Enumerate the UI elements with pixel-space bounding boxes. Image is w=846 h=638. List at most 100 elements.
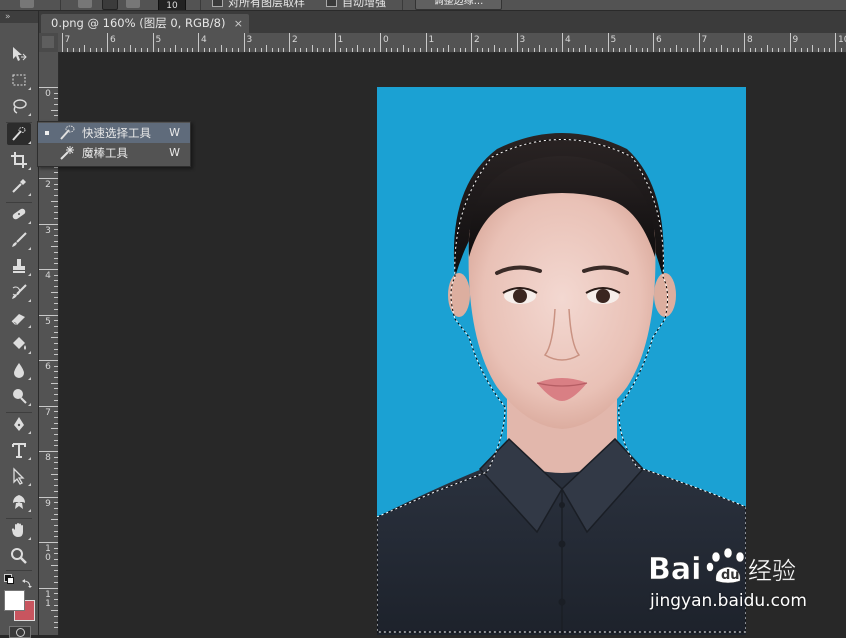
ruler-minor-tick	[54, 92, 58, 94]
ruler-major-tick	[607, 33, 609, 52]
ruler-minor-tick	[54, 524, 58, 526]
ruler-minor-tick	[402, 45, 404, 52]
ruler-minor-tick	[51, 291, 58, 293]
ruler-minor-tick	[67, 48, 69, 52]
spot-healing-icon[interactable]	[7, 203, 31, 225]
ruler-minor-tick	[260, 48, 262, 52]
baidu-jingyan-watermark: Bai du 经验 jingyan.baidu.com	[648, 543, 846, 615]
flyout-item-quick-selection[interactable]: 快速选择工具 W	[38, 123, 190, 143]
options-separator	[200, 0, 201, 10]
subtract-selection-icon[interactable]	[126, 0, 140, 8]
auto-enhance-checkbox[interactable]	[326, 0, 337, 7]
ruler-minor-tick	[715, 48, 717, 52]
ruler-minor-tick	[812, 45, 814, 52]
toolbox-collapse-icon[interactable]: »	[0, 11, 38, 23]
ruler-minor-tick	[51, 109, 58, 111]
ruler-minor-tick	[203, 48, 205, 52]
ruler-minor-tick	[54, 490, 58, 492]
path-selection-icon[interactable]	[7, 465, 31, 487]
ruler-v-label: 10	[45, 544, 51, 563]
brush-size-field[interactable]: 10	[158, 0, 186, 10]
brush-icon[interactable]	[7, 229, 31, 251]
ruler-minor-tick	[54, 98, 58, 100]
ruler-minor-tick	[755, 48, 757, 52]
zoom-icon[interactable]	[7, 545, 31, 567]
clone-stamp-icon[interactable]	[7, 255, 31, 277]
quick-mask-icon[interactable]	[9, 626, 31, 638]
ruler-minor-tick	[823, 48, 825, 52]
ruler-minor-tick	[54, 206, 58, 208]
ruler-minor-tick	[54, 377, 58, 379]
quick-selection-icon[interactable]	[7, 123, 31, 145]
ruler-major-tick	[698, 33, 700, 52]
move-tool-icon[interactable]	[7, 43, 31, 65]
ruler-major-tick	[198, 33, 199, 52]
type-icon[interactable]	[7, 439, 31, 461]
ruler-major-tick	[562, 33, 563, 52]
ruler-minor-tick	[465, 48, 467, 52]
ruler-v-label: 6	[45, 362, 51, 372]
ruler-minor-tick	[641, 48, 643, 52]
hand-icon[interactable]	[7, 519, 31, 541]
tool-flyout-menu: 快速选择工具 W 魔棒工具 W	[37, 121, 191, 167]
close-icon[interactable]: ×	[234, 14, 243, 33]
ruler-minor-tick	[556, 48, 558, 52]
ruler-minor-tick	[340, 48, 342, 52]
lasso-icon[interactable]	[7, 95, 31, 117]
document-tab[interactable]: 0.png @ 160% (图层 0, RGB/8) ×	[41, 14, 249, 33]
rectangular-marquee-icon[interactable]	[7, 69, 31, 91]
pen-icon[interactable]	[7, 413, 31, 435]
ruler-minor-tick	[277, 48, 279, 52]
default-colors-icon[interactable]	[4, 574, 14, 584]
refine-edge-button[interactable]: 调整边缘...	[415, 0, 502, 10]
ruler-minor-tick	[283, 48, 285, 52]
history-brush-icon[interactable]	[7, 281, 31, 303]
options-separator	[402, 0, 403, 10]
paint-bucket-icon[interactable]	[7, 333, 31, 355]
eyedropper-icon[interactable]	[7, 175, 31, 197]
ruler-minor-tick	[54, 411, 58, 413]
ruler-minor-tick	[573, 48, 575, 52]
ruler-minor-tick	[54, 581, 58, 583]
ruler-minor-tick	[180, 48, 182, 52]
blur-icon[interactable]	[7, 359, 31, 381]
ruler-minor-tick	[54, 342, 58, 344]
ruler-minor-tick	[459, 48, 461, 52]
ruler-major-tick	[471, 33, 472, 52]
ruler-minor-tick	[54, 479, 58, 481]
ruler-origin[interactable]	[39, 33, 58, 52]
ruler-v-label: 9	[45, 498, 51, 509]
dodge-icon[interactable]	[7, 385, 31, 407]
ruler-minor-tick	[533, 48, 535, 52]
ruler-minor-tick	[220, 45, 222, 52]
new-selection-icon[interactable]	[78, 0, 92, 8]
swap-colors-icon[interactable]	[22, 573, 32, 588]
ruler-minor-tick	[95, 48, 97, 52]
custom-shape-icon[interactable]	[7, 491, 31, 513]
tool-preset-icon[interactable]	[20, 0, 34, 8]
horizontal-ruler[interactable]: 7654321012345678910	[58, 33, 846, 53]
ruler-minor-tick	[54, 240, 58, 242]
ruler-minor-tick	[618, 48, 620, 52]
crop-icon[interactable]	[7, 149, 31, 171]
ruler-minor-tick	[374, 48, 376, 52]
ruler-minor-tick	[209, 48, 211, 52]
ruler-minor-tick	[488, 48, 490, 52]
ruler-minor-tick	[391, 48, 393, 52]
flyout-item-magic-wand[interactable]: 魔棒工具 W	[38, 143, 190, 163]
eraser-icon[interactable]	[7, 307, 31, 329]
ruler-minor-tick	[51, 519, 58, 521]
ruler-minor-tick	[732, 48, 734, 52]
ruler-minor-tick	[635, 48, 637, 52]
flyout-label: 快速选择工具	[82, 126, 151, 140]
ruler-minor-tick	[51, 337, 58, 339]
ruler-minor-tick	[141, 48, 143, 52]
sample-all-layers-checkbox[interactable]	[212, 0, 223, 7]
ruler-h-label: 4	[201, 35, 207, 45]
ruler-h-label: 9	[792, 35, 799, 45]
ruler-minor-tick	[505, 48, 507, 52]
ruler-minor-tick	[192, 48, 194, 52]
foreground-color-swatch[interactable]	[4, 590, 25, 611]
add-to-selection-icon[interactable]	[102, 0, 118, 10]
selected-indicator	[45, 131, 49, 135]
